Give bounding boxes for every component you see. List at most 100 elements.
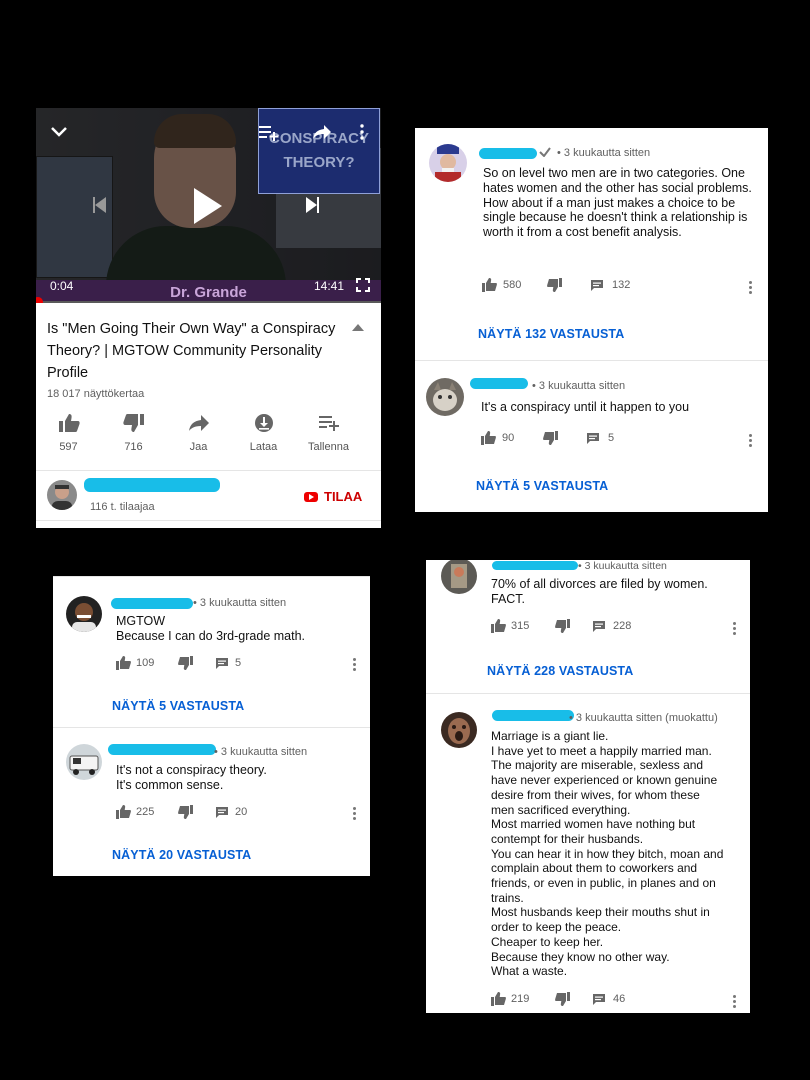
show-replies-button[interactable]: NÄYTÄ 20 VASTAUSTA (112, 848, 251, 862)
divider (36, 520, 381, 521)
commenter-avatar[interactable] (429, 144, 467, 182)
comment-actions: 219 46 (491, 992, 625, 1006)
divider (53, 576, 370, 577)
video-overlay-text: CONSPIRACY THEORY? (258, 108, 380, 194)
comment-actions: 90 5 (481, 431, 614, 445)
more-options-icon[interactable] (749, 434, 752, 449)
comment-line: 70% of all divorces are filed by women. (491, 577, 708, 591)
comment-line: FACT. (491, 591, 526, 606)
thumbs-up-icon[interactable] (491, 619, 506, 633)
reply-icon[interactable] (215, 806, 229, 819)
comment-line: Cheaper to keep her. (491, 934, 604, 949)
duration: 14:41 (314, 279, 345, 293)
show-replies-button[interactable]: NÄYTÄ 5 VASTAUSTA (476, 479, 608, 493)
comment-line: Most husbands keep their mouths shut in (491, 905, 710, 920)
like-count: 219 (511, 993, 530, 1005)
more-options-icon[interactable] (733, 622, 736, 637)
thumbs-down-icon[interactable] (178, 656, 193, 670)
reply-icon[interactable] (215, 657, 229, 670)
share-icon (188, 415, 209, 431)
like-count: 90 (502, 432, 515, 444)
comment-line: It's not a conspiracy theory. (116, 763, 267, 777)
thumbs-up-icon[interactable] (116, 805, 131, 819)
play-icon[interactable] (194, 188, 222, 224)
more-options-icon[interactable] (360, 124, 364, 145)
thumbs-up-icon[interactable] (116, 656, 131, 670)
view-count: 18 017 näyttökertaa (47, 388, 145, 400)
thumbs-up-icon[interactable] (491, 992, 506, 1006)
next-icon[interactable] (304, 196, 320, 214)
fullscreen-icon[interactable] (356, 278, 370, 292)
comments-panel-bottom-right: • 3 kuukautta sitten 70% of all divorces… (426, 560, 750, 1013)
reply-count: 46 (613, 993, 626, 1005)
like-count: 315 (511, 620, 530, 632)
comment-line: contempt for their husbands. (491, 831, 644, 846)
collapse-icon[interactable] (352, 324, 364, 331)
previous-icon[interactable] (92, 196, 108, 214)
like-button[interactable]: 597 (36, 413, 101, 463)
more-options-icon[interactable] (733, 995, 736, 1010)
reply-count: 5 (608, 432, 615, 444)
redacted-username (470, 378, 528, 389)
reply-icon[interactable] (590, 279, 604, 292)
subscribe-label: TILAA (324, 489, 363, 504)
divider (426, 693, 750, 694)
download-icon (254, 414, 273, 432)
show-replies-button[interactable]: NÄYTÄ 228 VASTAUSTA (487, 664, 633, 678)
comment-actions: 109 5 (116, 656, 241, 670)
show-replies-button[interactable]: NÄYTÄ 5 VASTAUSTA (112, 699, 244, 713)
comments-panel-top-right: • 3 kuukautta sitten So on level two men… (415, 128, 768, 512)
redacted-username (479, 148, 537, 159)
thumbs-up-icon[interactable] (482, 278, 497, 292)
reply-icon[interactable] (592, 620, 606, 633)
save-button[interactable]: Tallenna (296, 413, 361, 463)
commenter-avatar[interactable] (441, 712, 477, 748)
comment-text: MGTOW Because I can do 3rd-grade math. (116, 614, 356, 644)
redacted-username (492, 710, 574, 721)
reply-icon[interactable] (592, 993, 606, 1006)
thumbs-down-icon[interactable] (543, 431, 558, 445)
video-panel: CONSPIRACY THEORY? Dr. Grande 0:04 14:41… (36, 108, 381, 528)
reply-icon[interactable] (586, 432, 600, 445)
thumbs-up-icon (58, 414, 80, 432)
more-options-icon[interactable] (353, 807, 356, 822)
thumbs-down-icon[interactable] (547, 278, 562, 292)
channel-avatar[interactable] (47, 480, 77, 510)
thumbs-down-icon[interactable] (555, 619, 570, 633)
comment-text: It's a conspiracy until it happen to you (481, 400, 690, 414)
comment-actions: 315 228 (491, 619, 631, 633)
comment-line: What a waste. (491, 964, 568, 979)
subscribe-button[interactable]: TILAA (304, 489, 362, 504)
chevron-down-icon[interactable] (50, 126, 68, 138)
thumbs-down-icon[interactable] (178, 805, 193, 819)
divider (53, 727, 370, 728)
comment-text: Marriage is a giant lie. I have yet to m… (491, 729, 743, 979)
more-options-icon[interactable] (353, 658, 356, 673)
share-button[interactable]: Jaa (166, 413, 231, 463)
comment-line: trains. (491, 890, 524, 905)
video-title: Is "Men Going Their Own Way" a Conspirac… (47, 321, 336, 381)
comment-time: • 3 kuukautta sitten (193, 597, 287, 609)
comment-line: have never experienced or known genuine (491, 773, 718, 788)
commenter-avatar[interactable] (66, 744, 102, 780)
thumbs-up-icon[interactable] (481, 431, 496, 445)
comment-line: friends, or even in public, in planes an… (491, 876, 716, 891)
progress-handle[interactable] (36, 297, 43, 303)
video-player[interactable]: CONSPIRACY THEORY? Dr. Grande 0:04 14:41 (36, 108, 381, 303)
comment-text: So on level two men are in two categorie… (483, 166, 752, 240)
comments-panel-bottom-left: • 3 kuukautta sitten MGTOW Because I can… (53, 576, 370, 876)
show-replies-button[interactable]: NÄYTÄ 132 VASTAUSTA (478, 327, 624, 341)
thumbs-down-icon[interactable] (555, 992, 570, 1006)
share-icon[interactable] (312, 124, 332, 140)
dislike-button[interactable]: 716 (101, 413, 166, 463)
reply-count: 132 (612, 279, 631, 291)
like-count: 580 (503, 279, 522, 291)
commenter-avatar[interactable] (426, 378, 464, 416)
more-options-icon[interactable] (749, 281, 752, 296)
download-button[interactable]: Lataa (231, 413, 296, 463)
comment-text: It's not a conspiracy theory. It's commo… (116, 763, 356, 793)
add-to-queue-icon[interactable] (258, 124, 280, 142)
progress-track[interactable] (36, 301, 381, 303)
commenter-avatar[interactable] (66, 596, 102, 632)
commenter-avatar[interactable] (441, 560, 477, 594)
